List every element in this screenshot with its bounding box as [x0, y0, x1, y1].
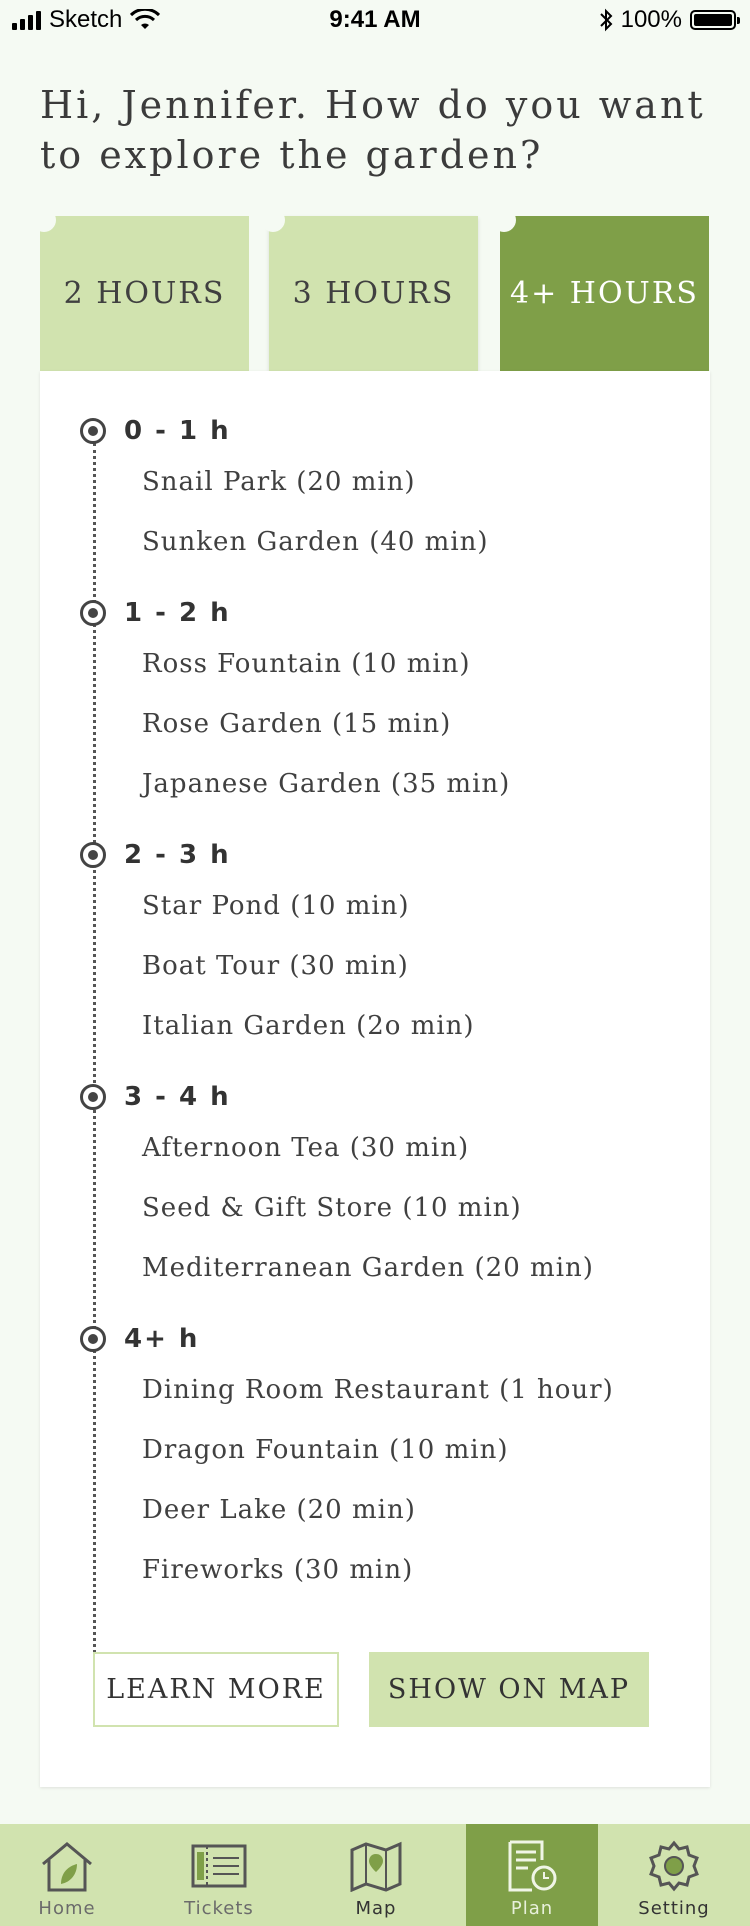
nav-map[interactable]: Map	[321, 1824, 431, 1926]
timeline-group-label: 0 - 1 h	[124, 416, 231, 446]
itinerary-item: Fireworks (30 min)	[142, 1555, 414, 1585]
timeline-dot-icon	[80, 842, 106, 868]
itinerary-item: Seed & Gift Store (10 min)	[142, 1193, 522, 1223]
itinerary-item: Deer Lake (20 min)	[142, 1495, 416, 1525]
timeline-group-3-4h: 3 - 4 h	[80, 1082, 231, 1112]
bluetooth-icon	[599, 8, 613, 32]
timeline-group-0-1h: 0 - 1 h	[80, 416, 231, 446]
itinerary-item: Mediterranean Garden (20 min)	[142, 1253, 594, 1283]
timeline-line	[93, 443, 96, 1683]
timeline-group-label: 4+ h	[124, 1324, 200, 1354]
nav-label: Map	[355, 1898, 397, 1919]
greeting-heading: Hi, Jennifer. How do you want to explore…	[40, 83, 706, 177]
timeline-dot-icon	[80, 600, 106, 626]
timeline-group-1-2h: 1 - 2 h	[80, 598, 231, 628]
battery-percent: 100%	[620, 6, 682, 33]
itinerary-item: Star Pond (10 min)	[142, 891, 410, 921]
itinerary-item: Sunken Garden (40 min)	[142, 527, 489, 557]
timeline-dot-icon	[80, 1084, 106, 1110]
bottom-nav: Home Tickets Map Plan Setting	[0, 1824, 750, 1926]
map-icon	[350, 1841, 402, 1892]
timeline-group-4plus-h: 4+ h	[80, 1324, 199, 1354]
itinerary-item: Boat Tour (30 min)	[142, 951, 409, 981]
tab-3-hours[interactable]: 3 HOURS	[261, 208, 478, 371]
battery-icon	[690, 10, 740, 30]
tab-4-plus-hours[interactable]: 4+ HOURS	[492, 208, 709, 371]
show-on-map-button[interactable]: SHOW ON MAP	[369, 1652, 649, 1727]
timeline-dot-icon	[80, 1326, 106, 1352]
nav-home[interactable]: Home	[12, 1824, 122, 1926]
tab-2-hours[interactable]: 2 HOURS	[32, 208, 249, 371]
nav-plan[interactable]: Plan	[466, 1824, 598, 1926]
learn-more-button[interactable]: LEARN MORE	[93, 1652, 339, 1727]
timeline-group-label: 2 - 3 h	[124, 840, 231, 870]
ticket-icon	[191, 1844, 247, 1888]
itinerary-item: Japanese Garden (35 min)	[142, 769, 511, 799]
timeline-group-2-3h: 2 - 3 h	[80, 840, 231, 870]
itinerary-item: Afternoon Tea (30 min)	[142, 1133, 470, 1163]
timeline-group-label: 1 - 2 h	[124, 598, 231, 628]
nav-label: Setting	[638, 1898, 710, 1919]
home-icon	[42, 1842, 92, 1892]
timeline-group-label: 3 - 4 h	[124, 1082, 231, 1112]
itinerary-item: Ross Fountain (10 min)	[142, 649, 471, 679]
itinerary-item: Dragon Fountain (10 min)	[142, 1435, 509, 1465]
plan-icon	[508, 1840, 557, 1892]
nav-label: Home	[38, 1898, 96, 1919]
status-bar: Sketch 9:41 AM 100%	[0, 0, 750, 40]
itinerary-item: Italian Garden (2o min)	[142, 1011, 475, 1041]
itinerary-item: Rose Garden (15 min)	[142, 709, 452, 739]
settings-icon	[649, 1840, 699, 1892]
timeline-dot-icon	[80, 418, 106, 444]
nav-label: Plan	[510, 1898, 554, 1919]
itinerary-card: 0 - 1 h Snail Park (20 min) Sunken Garde…	[40, 371, 710, 1787]
nav-tickets[interactable]: Tickets	[164, 1824, 274, 1926]
nav-label: Tickets	[184, 1898, 254, 1919]
itinerary-item: Snail Park (20 min)	[142, 467, 416, 497]
itinerary-item: Dining Room Restaurant (1 hour)	[142, 1375, 614, 1405]
duration-tabs: 2 HOURS 3 HOURS 4+ HOURS	[32, 208, 710, 371]
nav-setting[interactable]: Setting	[618, 1824, 730, 1926]
